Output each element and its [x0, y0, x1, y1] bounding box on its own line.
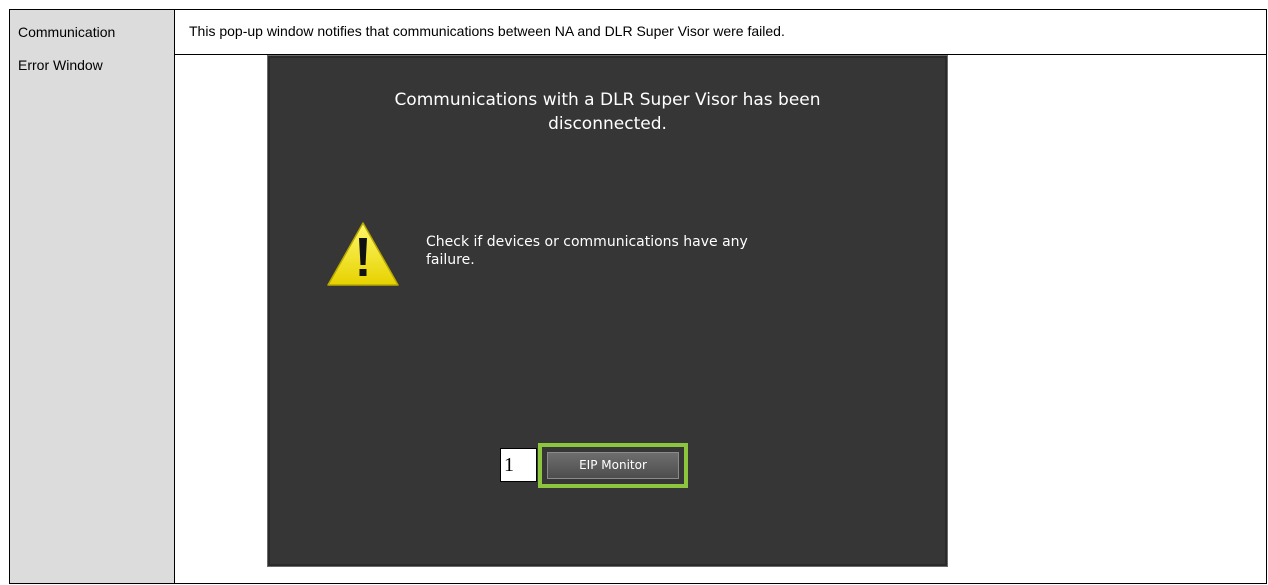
- row-label-line1: Communication: [18, 24, 116, 40]
- popup-message: Check if devices or communications have …: [426, 233, 748, 269]
- popup-title-line1: Communications with a DLR Super Visor ha…: [394, 90, 821, 110]
- row-label-line2: Error Window: [18, 57, 103, 73]
- row-label-cell: Communication Error Window: [9, 9, 175, 584]
- eip-monitor-button[interactable]: EIP Monitor: [547, 452, 679, 479]
- warning-icon: [327, 222, 399, 286]
- communication-error-popup: Communications with a DLR Super Visor ha…: [267, 55, 948, 567]
- description-text: This pop-up window notifies that communi…: [189, 23, 785, 39]
- popup-message-line1: Check if devices or communications have …: [426, 234, 748, 250]
- popup-title-line2: disconnected.: [548, 114, 667, 134]
- popup-title: Communications with a DLR Super Visor ha…: [268, 88, 947, 136]
- popup-message-line2: failure.: [426, 252, 475, 268]
- description-cell: This pop-up window notifies that communi…: [174, 9, 1267, 55]
- button-highlight-frame: EIP Monitor: [538, 443, 688, 488]
- callout-number: 1: [500, 448, 537, 482]
